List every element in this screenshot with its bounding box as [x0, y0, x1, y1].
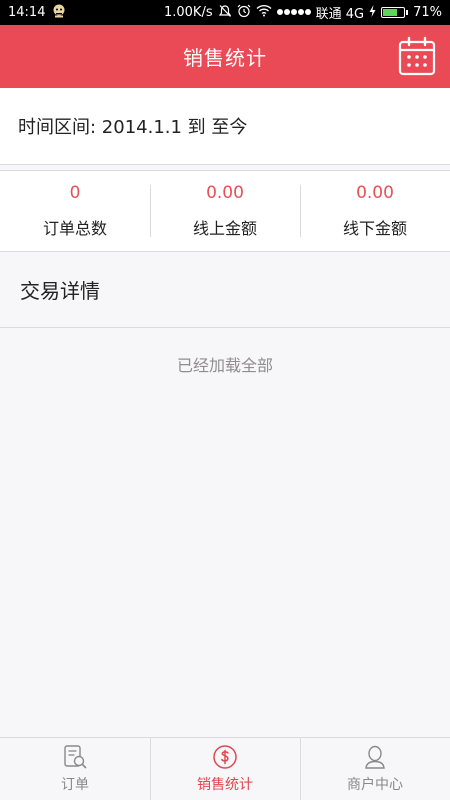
nav-label: 商户中心 — [347, 777, 403, 793]
stat-label: 线上金额 — [192, 219, 257, 238]
stat-online-amount: 0.00 线上金额 — [150, 171, 300, 251]
section-title-transaction-details: 交易详情 — [0, 252, 450, 328]
time-range-text: 时间区间: 2014.1.1 到 至今 — [18, 117, 248, 138]
stat-value: 0.00 — [206, 183, 244, 203]
nav-item-sales-stats[interactable]: 销售统计 — [150, 738, 300, 800]
bottom-nav: 订单 销售统计 商户中心 — [0, 737, 450, 800]
page-title: 销售统计 — [183, 46, 267, 70]
all-loaded-message: 已经加载全部 — [176, 356, 273, 375]
nav-label: 销售统计 — [197, 777, 253, 793]
network-speed: 1.00K/s — [163, 5, 213, 20]
alarm-icon — [237, 4, 251, 22]
stat-offline-amount: 0.00 线下金额 — [300, 171, 450, 251]
time-range-selector[interactable]: 时间区间: 2014.1.1 到 至今 — [0, 88, 450, 165]
charging-icon — [369, 4, 376, 21]
signal-icon — [276, 5, 311, 20]
stats-summary: 0 订单总数 0.00 线上金额 0.00 线下金额 — [0, 170, 450, 252]
stat-label: 线下金额 — [342, 219, 407, 238]
calendar-button[interactable] — [398, 36, 436, 76]
dollar-circle-icon — [212, 744, 238, 770]
stat-label: 订单总数 — [42, 219, 107, 238]
status-time: 14:14 — [8, 5, 46, 20]
stat-value: 0.00 — [356, 183, 394, 203]
avatar-icon — [51, 4, 67, 22]
wifi-icon — [256, 4, 272, 21]
status-bar: 14:14 1.00K/s 联通 4G 71% — [0, 0, 450, 25]
stat-value: 0 — [69, 183, 81, 203]
battery-icon — [381, 7, 409, 18]
user-icon — [362, 744, 388, 770]
calendar-icon — [398, 36, 436, 80]
nav-label: 订单 — [61, 777, 89, 793]
nav-item-merchant-center[interactable]: 商户中心 — [300, 738, 450, 800]
nav-item-orders[interactable]: 订单 — [0, 738, 150, 800]
app-header: 销售统计 — [0, 25, 450, 88]
order-search-icon — [62, 744, 88, 770]
stat-order-count: 0 订单总数 — [0, 171, 150, 251]
carrier-label: 联通 4G — [315, 7, 365, 22]
battery-percent: 71% — [413, 5, 442, 20]
mute-icon — [218, 4, 232, 22]
